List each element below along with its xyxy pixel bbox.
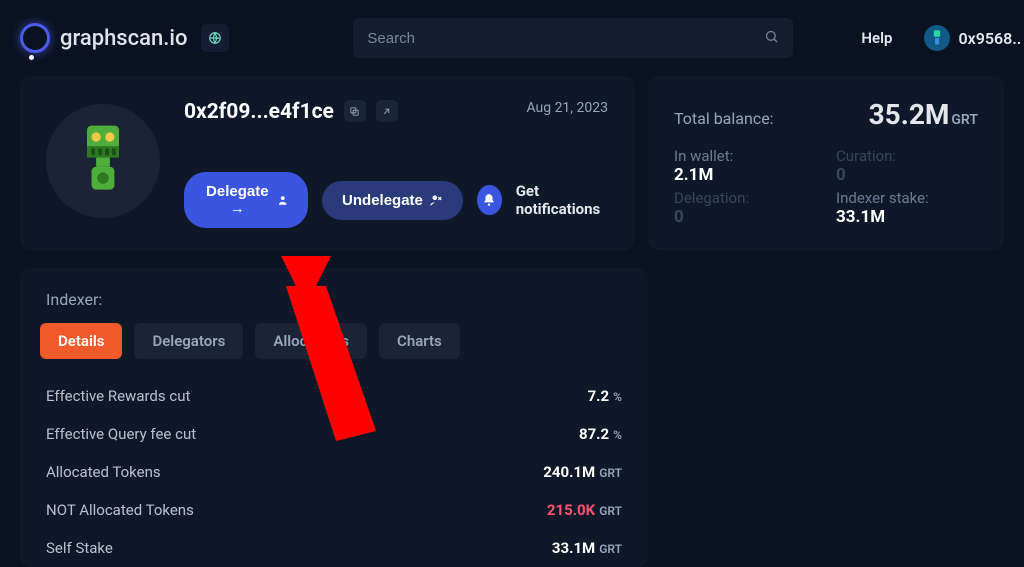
brand-logo[interactable]: graphscan.io [20, 23, 229, 53]
undelegate-button[interactable]: Undelegate [322, 181, 463, 220]
external-link-icon[interactable] [376, 100, 398, 122]
detail-label: Effective Rewards cut [46, 387, 190, 405]
person-icon [277, 193, 288, 207]
profile-date: Aug 21, 2023 [526, 100, 608, 116]
in-wallet-value: 2.1M [674, 165, 816, 185]
detail-value: 215.0KGRT [547, 501, 622, 519]
wallet-button[interactable]: 0x9568.. [924, 25, 1021, 51]
wallet-address-short: 0x9568.. [958, 29, 1021, 48]
detail-row: Self Stake 33.1MGRT [30, 529, 638, 567]
delegate-button[interactable]: Delegate → [184, 172, 308, 228]
detail-value: 87.2% [579, 425, 622, 443]
content-row: 0x2f09...e4f1ce Aug 21, 2023 Delegate → … [0, 76, 1024, 250]
tab-allocations[interactable]: Allocations [255, 323, 367, 359]
detail-value: 33.1MGRT [552, 539, 622, 557]
detail-row: Effective Rewards cut 7.2% [30, 377, 638, 415]
indexer-tabs: Details Delegators Allocations Charts [30, 323, 638, 359]
notifications-link[interactable]: Get notifications [516, 182, 608, 218]
total-balance-value: 35.2MGRT [869, 98, 978, 131]
detail-label: NOT Allocated Tokens [46, 501, 194, 519]
indexer-stake-value: 33.1M [836, 207, 978, 227]
profile-address: 0x2f09...e4f1ce [184, 100, 334, 124]
tab-delegators[interactable]: Delegators [134, 323, 243, 359]
indexer-section: Indexer: Details Delegators Allocations … [20, 268, 648, 567]
indexer-section-title: Indexer: [30, 290, 638, 309]
curation-value: 0 [836, 165, 978, 185]
tab-details[interactable]: Details [40, 323, 122, 359]
delegation-value: 0 [674, 207, 816, 227]
detail-value: 7.2% [588, 387, 622, 405]
person-remove-icon [429, 193, 443, 207]
copy-address-icon[interactable] [344, 100, 366, 122]
search-bar[interactable] [353, 18, 793, 58]
logo-ring-icon [20, 23, 50, 53]
detail-label: Effective Query fee cut [46, 425, 196, 443]
detail-value: 240.1MGRT [543, 463, 622, 481]
search-icon [764, 29, 779, 48]
search-input[interactable] [367, 30, 764, 47]
network-badge-icon[interactable] [201, 24, 229, 52]
indexer-stake-label: Indexer stake: [836, 189, 978, 207]
help-link[interactable]: Help [861, 29, 892, 47]
header-bar: graphscan.io Help 0x9568.. [0, 0, 1024, 76]
detail-row: Allocated Tokens 240.1MGRT [30, 453, 638, 491]
detail-row: Effective Query fee cut 87.2% [30, 415, 638, 453]
profile-card: 0x2f09...e4f1ce Aug 21, 2023 Delegate → … [20, 76, 634, 250]
detail-label: Self Stake [46, 539, 113, 557]
in-wallet-label: In wallet: [674, 147, 816, 165]
detail-label: Allocated Tokens [46, 463, 161, 481]
curation-label: Curation: [836, 147, 978, 165]
brand-text: graphscan.io [60, 26, 187, 51]
delegation-label: Delegation: [674, 189, 816, 207]
wallet-avatar-icon [924, 25, 950, 51]
delegate-label: Delegate → [204, 183, 271, 217]
balance-card: Total balance: 35.2MGRT In wallet: 2.1M … [648, 76, 1004, 250]
profile-avatar-icon [46, 104, 160, 218]
detail-row: NOT Allocated Tokens 215.0KGRT [30, 491, 638, 529]
total-balance-label: Total balance: [674, 109, 774, 128]
notifications-bell-icon[interactable] [477, 185, 502, 215]
undelegate-label: Undelegate [342, 192, 423, 209]
tab-charts[interactable]: Charts [379, 323, 460, 359]
